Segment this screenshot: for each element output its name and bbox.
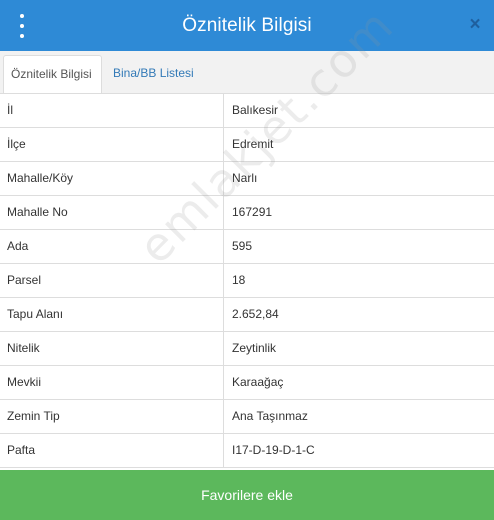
attribute-key: Parsel xyxy=(0,264,224,297)
table-row: İlçe Edremit xyxy=(0,127,494,161)
attribute-key: Ada xyxy=(0,230,224,263)
add-to-favorites-button[interactable]: Favorilere ekle xyxy=(0,470,494,520)
dialog-header: Öznitelik Bilgisi × xyxy=(0,0,494,51)
menu-dot xyxy=(20,34,24,38)
table-row: Mahalle No 167291 xyxy=(0,195,494,229)
table-row: İl Balıkesir xyxy=(0,93,494,127)
attribute-key: Mahalle/Köy xyxy=(0,162,224,195)
menu-dot xyxy=(20,14,24,18)
attribute-value: 595 xyxy=(232,239,253,253)
attribute-table: İl Balıkesir İlçe Edremit Mahalle/Köy Na… xyxy=(0,93,494,468)
attribute-value: 18 xyxy=(232,273,246,287)
attribute-info-dialog: Öznitelik Bilgisi × Öznitelik Bilgisi Bi… xyxy=(0,0,494,520)
attribute-value: Narlı xyxy=(232,171,258,185)
attribute-key: Mevkii xyxy=(0,366,224,399)
table-bottom-border xyxy=(0,467,494,468)
attribute-key: İl xyxy=(0,94,224,127)
attribute-value: Balıkesir xyxy=(232,103,279,117)
attribute-value: Zeytinlik xyxy=(232,341,277,355)
menu-dot xyxy=(20,24,24,28)
tab-building-list[interactable]: Bina/BB Listesi xyxy=(106,55,201,94)
attribute-key: Mahalle No xyxy=(0,196,224,229)
table-row: Mevkii Karaağaç xyxy=(0,365,494,399)
dialog-title: Öznitelik Bilgisi xyxy=(182,14,312,36)
table-row: Mahalle/Köy Narlı xyxy=(0,161,494,195)
attribute-value: Ana Taşınmaz xyxy=(232,409,308,423)
attribute-key: Tapu Alanı xyxy=(0,298,224,331)
tab-attribute-info[interactable]: Öznitelik Bilgisi xyxy=(3,55,102,95)
tab-bar: Öznitelik Bilgisi Bina/BB Listesi xyxy=(0,51,494,95)
table-row: Nitelik Zeytinlik xyxy=(0,331,494,365)
attribute-key: İlçe xyxy=(0,128,224,161)
close-icon[interactable]: × xyxy=(466,14,484,36)
attribute-value: 2.652,84 xyxy=(232,307,279,321)
table-row: Pafta I17-D-19-D-1-C xyxy=(0,433,494,467)
attribute-value: Edremit xyxy=(232,137,274,151)
attribute-value: Karaağaç xyxy=(232,375,284,389)
table-row: Zemin Tip Ana Taşınmaz xyxy=(0,399,494,433)
attribute-value: I17-D-19-D-1-C xyxy=(232,443,315,457)
attribute-key: Nitelik xyxy=(0,332,224,365)
table-row: Tapu Alanı 2.652,84 xyxy=(0,297,494,331)
kebab-menu-icon[interactable] xyxy=(14,14,30,38)
attribute-value: 167291 xyxy=(232,205,273,219)
table-row: Ada 595 xyxy=(0,229,494,263)
attribute-key: Pafta xyxy=(0,434,224,467)
attribute-key: Zemin Tip xyxy=(0,400,224,433)
table-row: Parsel 18 xyxy=(0,263,494,297)
